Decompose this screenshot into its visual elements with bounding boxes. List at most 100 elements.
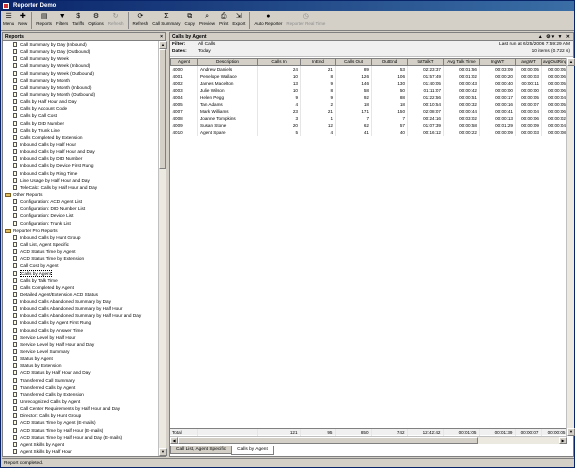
column-header[interactable]: OutEnd — [371, 58, 408, 66]
report-item[interactable]: Calls by Call Cost — [3, 112, 158, 119]
table-row[interactable]: 4005 Tan Adams 4 2 18 18 00:10:54 00:00:32 00:00… — [170, 101, 569, 108]
report-item[interactable]: Inbound Calls by Agent First Rung — [3, 319, 158, 326]
table-vertical-scrollbar[interactable]: ▲ ▼ — [566, 58, 575, 436]
toolbar-button-4[interactable]: $ Tariffs — [70, 11, 86, 30]
column-header[interactable]: totTalkT — [407, 58, 444, 66]
report-item[interactable]: Configuration: ACD Agent List — [3, 198, 158, 205]
column-header[interactable]: Calls In — [257, 58, 301, 66]
report-item[interactable]: Agent Skills by Agent — [3, 441, 158, 448]
horizontal-scroll-thumb[interactable] — [178, 437, 478, 444]
dates-value[interactable]: Today — [198, 49, 211, 54]
scroll-down-arrow-icon[interactable]: ▼ — [159, 448, 167, 456]
table-row[interactable]: 4003 Julie Wilson 10 8 58 50 01:11:07 00:00:42 0… — [170, 87, 569, 94]
toolbar-button-1[interactable]: ✚ New — [16, 11, 29, 30]
report-item[interactable]: Inbound Calls by Ring Time — [3, 170, 158, 177]
report-item[interactable]: TeleCalc: Calls by Half Hour and Day — [3, 184, 158, 191]
report-item[interactable]: Detailed Agent/Extension ACD Status — [3, 291, 158, 298]
tree-folder[interactable]: Other Reports — [3, 191, 158, 198]
report-item[interactable]: Calls by Talk Time — [3, 277, 158, 284]
scroll-thumb[interactable] — [159, 49, 166, 169]
report-item[interactable]: Inbound Calls Abandoned Summary by Half … — [3, 305, 158, 312]
report-item[interactable]: Call Summary by Month (Outbound) — [3, 91, 158, 98]
report-item[interactable]: Transferred Call Summary — [3, 377, 158, 384]
report-item[interactable]: Inbound Calls by Half Hour — [3, 141, 158, 148]
report-item[interactable]: Configuration: DID Number List — [3, 205, 158, 212]
report-item[interactable]: Calls by DID Number — [3, 120, 158, 127]
report-item[interactable]: Service Level Summary — [3, 348, 158, 355]
scroll-left-arrow-icon[interactable]: ◀ — [170, 437, 178, 444]
report-item[interactable]: Service Level by Half Hour — [3, 334, 158, 341]
report-item[interactable]: Calls by Trunk Line — [3, 127, 158, 134]
report-item[interactable]: ACD Status Time by Half Hour and Day (E-… — [3, 434, 158, 441]
scroll-down-arrow-icon[interactable]: ▼ — [567, 428, 575, 436]
toolbar-button-0[interactable]: ☰ Menu — [1, 11, 16, 30]
toolbar-button-2[interactable]: ▤ Reports — [34, 11, 54, 30]
table-row[interactable]: 4009 Susan Stone 20 12 62 57 01:07:39 00:00:58 0… — [170, 122, 569, 129]
toolbar-button-11[interactable]: ⎙ Print — [217, 11, 230, 30]
toolbar-button-7[interactable]: ⟳ Refresh — [131, 11, 151, 30]
report-item[interactable]: Inbound Calls by Half Hour and Day — [3, 148, 158, 155]
report-item[interactable]: Agent Skills by Half Hour — [3, 448, 158, 455]
column-header[interactable]: Avg Talk Time — [443, 58, 480, 66]
report-item[interactable]: Status by Extension — [3, 362, 158, 369]
report-item[interactable]: Line Usage by Half Hour and Day — [3, 177, 158, 184]
report-item[interactable]: Inbound Calls by Device First Rung — [3, 162, 158, 169]
report-item[interactable]: Call Cost by Agent — [3, 262, 158, 269]
report-item[interactable]: Status by Agent — [3, 355, 158, 362]
scroll-right-arrow-icon[interactable]: ▶ — [559, 437, 567, 444]
report-item[interactable]: Inbound Calls by Hunt Group — [3, 234, 158, 241]
report-item[interactable]: Director: Calls by Hunt Group — [3, 412, 158, 419]
table-row[interactable]: 4001 Penelope Wallace 10 8 126 106 01:57:49 00:… — [170, 73, 569, 80]
report-item[interactable]: Calls Completed by Agent — [3, 284, 158, 291]
toolbar-button-13[interactable]: ● Auto Reporter — [252, 11, 284, 30]
report-item[interactable]: Calls by Account Code — [3, 105, 158, 112]
table-row[interactable]: 4008 Joanne Tompkins 3 1 7 7 00:24:16 00:03:02 0… — [170, 115, 569, 122]
report-item[interactable]: Call Summary by Day (Outbound) — [3, 48, 158, 55]
report-item[interactable]: Call Summary by Month — [3, 77, 158, 84]
column-header[interactable]: Calls Out — [335, 58, 372, 66]
toolbar-button-3[interactable]: ▼ Filters — [54, 11, 70, 30]
scroll-up-arrow-icon[interactable]: ▲ — [159, 41, 167, 49]
panel-controls-icon[interactable]: ▲ ⚙▾ ▼ ✕ — [538, 33, 571, 41]
table-horizontal-scrollbar[interactable]: ◀ ▶ — [170, 436, 567, 444]
report-item[interactable]: Call Center Requirements by Half Hour an… — [3, 405, 158, 412]
report-item[interactable]: Transferred Calls by Agent — [3, 384, 158, 391]
report-item[interactable]: Service Level by Half Hour and Day — [3, 341, 158, 348]
toolbar-button-10[interactable]: ⌕ Preview — [197, 11, 217, 30]
tree-folder[interactable]: Reporter Pro Reports — [3, 227, 158, 234]
report-item[interactable]: Call Summary by Week (Inbound) — [3, 62, 158, 69]
report-item[interactable]: Inbound Calls by Answer Time — [3, 327, 158, 334]
report-item[interactable]: Calls by Agent — [3, 269, 158, 277]
report-item[interactable]: Inbound Calls Abandoned Summary by Half … — [3, 312, 158, 319]
report-item[interactable]: ACD Status Time by Extension — [3, 255, 158, 262]
scroll-up-arrow-icon[interactable]: ▲ — [567, 58, 575, 66]
column-header[interactable]: avgOutRing — [541, 58, 569, 66]
report-item[interactable]: ACD Status by Half Hour and Day — [3, 369, 158, 376]
report-item[interactable]: Calls by Half Hour and Day — [3, 98, 158, 105]
report-item[interactable]: Inbound Calls Abandoned Summary by Day — [3, 298, 158, 305]
report-item[interactable]: Call Summary by Week (Outbound) — [3, 70, 158, 77]
report-tab[interactable]: Call List, Agent Specific — [170, 446, 233, 454]
table-row[interactable]: 4002 James Macelton 13 9 146 130 01:40:05 00:00… — [170, 80, 569, 87]
toolbar-button-9[interactable]: ⧉ Copy — [183, 11, 198, 30]
report-item[interactable]: Transferred Calls by Extension — [3, 391, 158, 398]
report-item[interactable]: Call Summary by Week — [3, 55, 158, 62]
table-row[interactable]: 4007 Mark Williams 23 21 171 150 02:08:07 00:00… — [170, 108, 569, 115]
report-item[interactable]: Inbound Calls by DID Number — [3, 155, 158, 162]
report-item[interactable]: Call Summary by Day (Inbound) — [3, 41, 158, 48]
table-row[interactable]: 4010 Agent Spare 5 4 41 40 00:16:12 00:00:22 00:… — [170, 129, 569, 136]
toolbar-button-12[interactable]: ⇲ Export — [230, 11, 247, 30]
close-icon[interactable]: × — [160, 33, 163, 41]
filter-value[interactable]: All Calls — [198, 42, 215, 47]
report-item[interactable]: Call List, Agent Specific — [3, 241, 158, 248]
toolbar-button-5[interactable]: ⚙ Options — [86, 11, 106, 30]
column-header[interactable]: avgWT — [515, 58, 542, 66]
toolbar-button-14[interactable]: ◷ Reporter Real Time — [284, 11, 327, 30]
column-header[interactable]: IngWT — [479, 58, 516, 66]
report-item[interactable]: Calls Completed by Extension — [3, 134, 158, 141]
column-header[interactable]: Description — [197, 58, 258, 66]
report-item[interactable]: Call Summary by Month (Inbound) — [3, 84, 158, 91]
report-item[interactable]: Configuration: Device List — [3, 212, 158, 219]
report-tab[interactable]: Calls by Agent — [231, 446, 274, 455]
toolbar-button-6[interactable]: ↻ Refresh — [106, 11, 126, 30]
